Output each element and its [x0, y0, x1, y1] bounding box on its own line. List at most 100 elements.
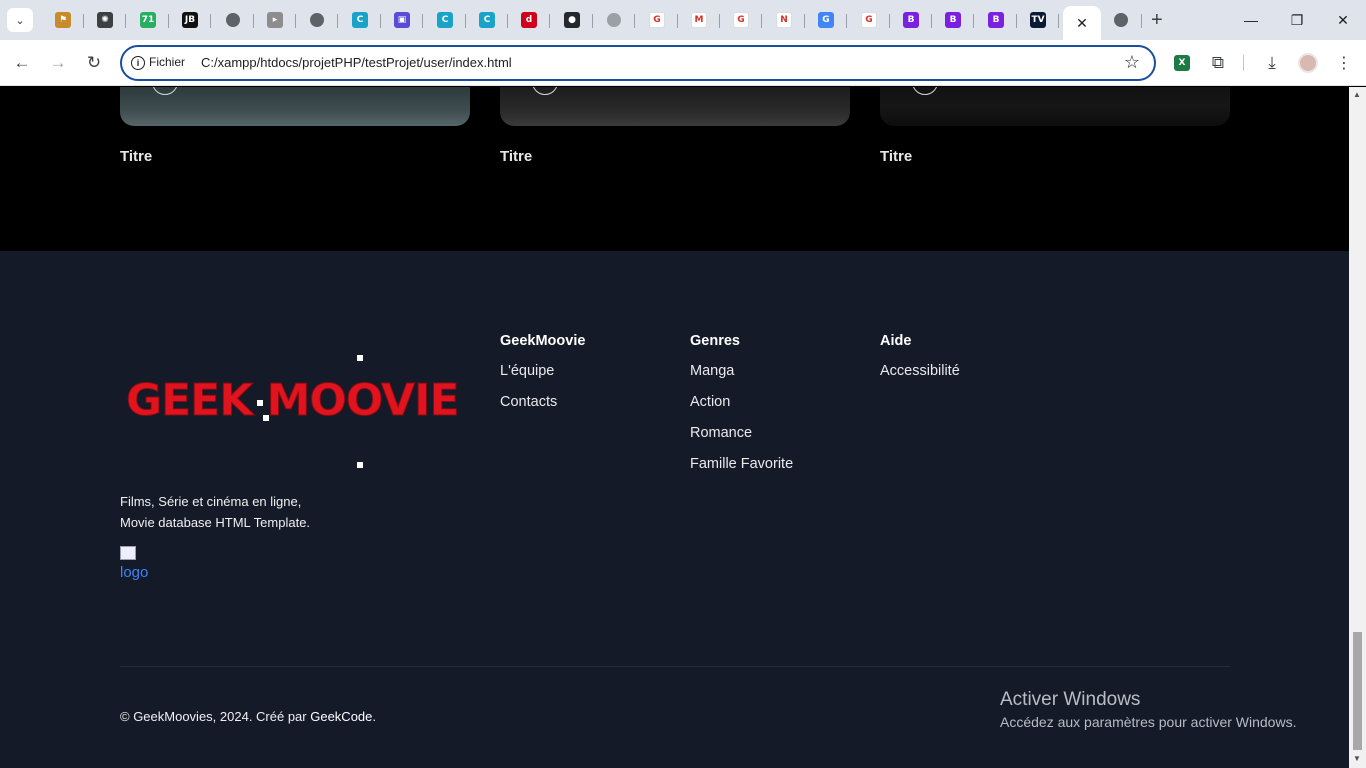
- extension-excel-button[interactable]: X: [1170, 51, 1194, 75]
- movie-card[interactable]: Titre: [880, 87, 1230, 165]
- youtube-icon: ▸: [267, 12, 283, 28]
- selection-handle: [357, 462, 363, 468]
- new-tab-button[interactable]: +: [1151, 10, 1163, 30]
- browser-tab[interactable]: ✺: [84, 6, 126, 34]
- page-scrollbar[interactable]: ▲ ▼: [1349, 87, 1366, 768]
- movie-card-title[interactable]: Titre: [500, 148, 850, 165]
- watermark-title: Activer Windows: [1000, 689, 1141, 710]
- menu-button[interactable]: ⋮: [1332, 51, 1356, 75]
- close-window-button[interactable]: ✕: [1320, 0, 1366, 40]
- footer-link-romance[interactable]: Romance: [690, 424, 793, 442]
- play-icon[interactable]: [912, 87, 938, 95]
- browser-tab[interactable]: JB: [169, 6, 211, 34]
- google-icon: G: [861, 12, 877, 28]
- browser-tab[interactable]: G: [636, 6, 678, 34]
- minimize-button[interactable]: —: [1228, 0, 1274, 40]
- browser-tab[interactable]: B: [890, 6, 932, 34]
- footer-link-accessibilite[interactable]: Accessibilité: [880, 362, 960, 380]
- copyright-text: © GeekMoovies, 2024. Créé par GeekCode.: [120, 709, 376, 724]
- close-icon[interactable]: ✕: [1076, 15, 1088, 32]
- browser-tab[interactable]: N: [763, 6, 805, 34]
- profile-button[interactable]: [1296, 51, 1320, 75]
- browser-tab[interactable]: G: [805, 6, 847, 34]
- google-icon: G: [733, 12, 749, 28]
- geekcode-link[interactable]: GeekCode: [310, 709, 372, 724]
- browser-tab[interactable]: ▸: [254, 6, 296, 34]
- tab-globe[interactable]: [1100, 6, 1142, 34]
- footer-link-manga[interactable]: Manga: [690, 362, 793, 380]
- watermark-subtitle: Accédez aux paramètres pour activer Wind…: [1000, 714, 1297, 730]
- site-info-chip[interactable]: Fichier: [149, 55, 185, 69]
- movie-card[interactable]: Titre: [120, 87, 470, 165]
- browser-tab[interactable]: d: [508, 6, 550, 34]
- footer-logo[interactable]: GEEK MOOVIE: [120, 351, 480, 481]
- browser-tab[interactable]: C: [466, 6, 508, 34]
- browser-tab[interactable]: 71: [127, 6, 169, 34]
- footer-link-contacts[interactable]: Contacts: [500, 393, 585, 411]
- url-text[interactable]: C:/xampp/htdocs/projetPHP/testProjet/use…: [201, 55, 512, 70]
- bookmark-star-icon[interactable]: ☆: [1124, 52, 1140, 73]
- play-icon[interactable]: [152, 87, 178, 95]
- scroll-down-arrow-icon[interactable]: ▼: [1353, 754, 1361, 763]
- downloads-button[interactable]: ⤓: [1260, 51, 1284, 75]
- github-icon: ●: [564, 12, 580, 28]
- browser-tab[interactable]: G: [720, 6, 762, 34]
- extensions-button[interactable]: ⧉: [1206, 51, 1230, 75]
- info-icon[interactable]: i: [131, 56, 145, 70]
- restore-button[interactable]: ❐: [1274, 0, 1320, 40]
- bookmark-icon: ⚑: [55, 12, 71, 28]
- excel-icon: X: [1174, 55, 1190, 71]
- globe-icon: [1114, 13, 1128, 27]
- footer-column-aide: Aide Accessibilité: [880, 333, 960, 393]
- browser-tab[interactable]: ◍: [593, 6, 635, 34]
- page-viewport: Titre Titre Titre GEEK MOOVIE Films, Sér…: [0, 87, 1349, 768]
- movie-card[interactable]: Titre: [500, 87, 850, 165]
- movie-card-image[interactable]: [120, 87, 470, 126]
- browser-tab[interactable]: M: [678, 6, 720, 34]
- browser-tab[interactable]: ◍: [296, 6, 338, 34]
- puzzle-icon: ⧉: [1211, 53, 1225, 72]
- scroll-up-arrow-icon[interactable]: ▲: [1353, 90, 1361, 99]
- movie-card-title[interactable]: Titre: [120, 148, 470, 165]
- browser-tab[interactable]: ◍: [212, 6, 254, 34]
- scrollbar-thumb[interactable]: [1353, 632, 1362, 750]
- tab-active[interactable]: ✕: [1063, 6, 1101, 40]
- browser-tab[interactable]: ▣: [381, 6, 423, 34]
- browser-tab[interactable]: ⚑: [42, 6, 84, 34]
- footer-link-action[interactable]: Action: [690, 393, 793, 411]
- play-icon[interactable]: [532, 87, 558, 95]
- browser-tab[interactable]: C: [339, 6, 381, 34]
- footer-column-genres: Genres Manga Action Romance Famille Favo…: [690, 333, 793, 486]
- tab-search-button[interactable]: ⌄: [7, 8, 33, 32]
- forward-button[interactable]: →: [47, 52, 69, 74]
- browser-tab[interactable]: C: [424, 6, 466, 34]
- arrow-right-icon: →: [49, 53, 67, 72]
- bootstrap-icon: B: [988, 12, 1004, 28]
- browser-tab[interactable]: B: [932, 6, 974, 34]
- movie-card-image[interactable]: [880, 87, 1230, 126]
- movie-card-title[interactable]: Titre: [880, 148, 1230, 165]
- broken-image-icon: [120, 546, 136, 560]
- footer-link-equipe[interactable]: L'équipe: [500, 362, 585, 380]
- browser-tab[interactable]: B: [975, 6, 1017, 34]
- dashboard-icon: 71: [140, 12, 156, 28]
- browser-tab[interactable]: ●: [551, 6, 593, 34]
- back-button[interactable]: ←: [11, 52, 33, 74]
- bootstrap-icon: B: [945, 12, 961, 28]
- footer-link-famille-favorite[interactable]: Famille Favorite: [690, 455, 793, 473]
- selection-handle: [357, 355, 363, 361]
- reload-button[interactable]: ↻: [83, 52, 105, 74]
- chevron-down-icon: ⌄: [15, 14, 25, 27]
- browser-tab[interactable]: TV: [1017, 6, 1059, 34]
- movie-card-image[interactable]: [500, 87, 850, 126]
- address-bar[interactable]: i Fichier C:/xampp/htdocs/projetPHP/test…: [120, 45, 1156, 81]
- reload-icon: ↻: [86, 53, 102, 72]
- copyright-suffix: .: [372, 709, 377, 724]
- footer-column-heading: Genres: [690, 333, 740, 349]
- broken-image-alt: logo: [120, 564, 149, 581]
- jetbrains-icon: JB: [182, 12, 198, 28]
- canva-icon: C: [352, 12, 368, 28]
- footer-column-heading: Aide: [880, 333, 912, 349]
- footer-column-heading: GeekMoovie: [500, 333, 586, 349]
- browser-tab[interactable]: G: [848, 6, 890, 34]
